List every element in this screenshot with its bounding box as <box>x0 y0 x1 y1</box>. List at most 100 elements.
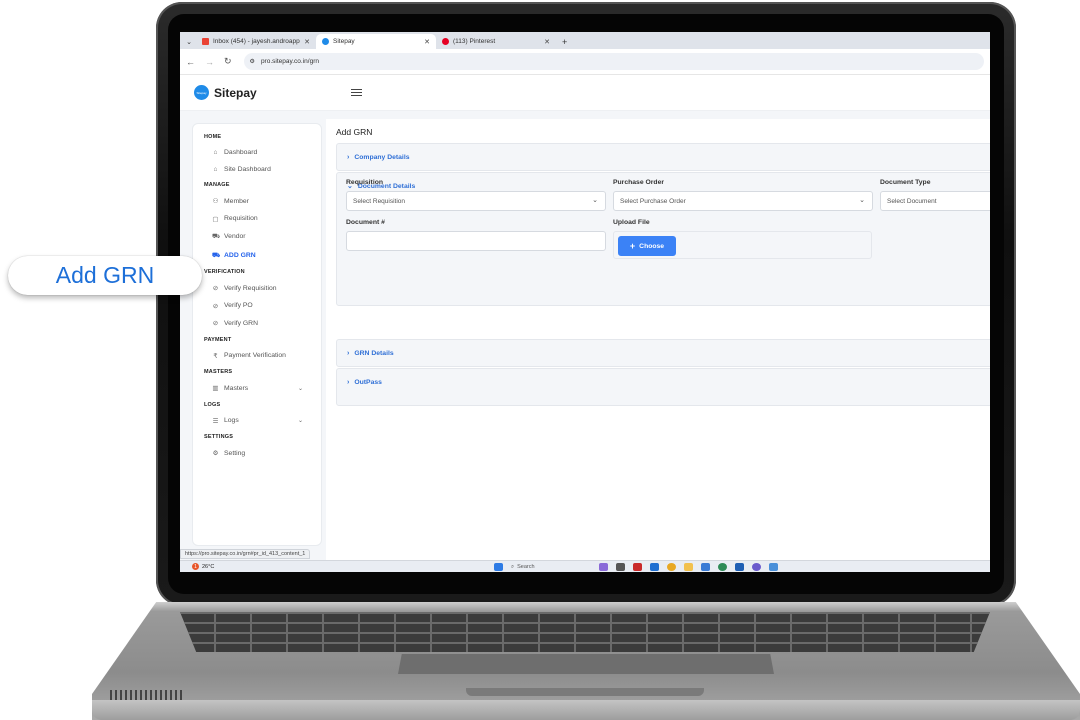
chart-icon: ▥ <box>212 385 219 392</box>
windows-start-icon[interactable] <box>494 563 503 571</box>
forward-icon[interactable]: → <box>205 57 214 67</box>
sidebar-item-label: Masters <box>224 384 249 392</box>
sidebar-item-dashboard[interactable]: ⌂ Dashboard <box>204 149 321 156</box>
app-header: Sitepay Sitepay <box>180 75 990 111</box>
sitepay-icon <box>322 38 329 45</box>
purchase-order-select[interactable]: Select Purchase Order ⌄ <box>613 191 873 211</box>
sidebar-item-vendor[interactable]: ⛟ Vendor <box>204 232 321 241</box>
sidebar-item-logs[interactable]: ☰ Logs ⌄ <box>204 417 321 425</box>
check-circle-icon: ⊘ <box>212 285 219 292</box>
app-icon[interactable] <box>735 563 744 571</box>
add-grn-callout: Add GRN <box>8 256 202 295</box>
weather-icon: 1 <box>192 563 199 570</box>
browser-tab-bar: ⌄ Inbox (454) - jayesh.androapp ✕ Sitepa… <box>180 32 990 49</box>
folder-icon[interactable] <box>684 563 693 571</box>
brand-name: Sitepay <box>214 85 257 100</box>
app-icon[interactable] <box>752 563 761 571</box>
sidebar-section-verification: VERIFICATION <box>204 269 245 275</box>
sidebar-section-payment: PAYMENT <box>204 336 232 343</box>
sidebar-item-verify-grn[interactable]: ⊘ Verify GRN <box>204 319 321 328</box>
requisition-select[interactable]: Select Requisition ⌄ <box>346 191 606 211</box>
accordion-title: OutPass <box>354 378 382 386</box>
accordion-header[interactable]: › GRN Details <box>337 340 990 366</box>
chevron-down-icon: ⌄ <box>592 197 598 204</box>
chrome-icon[interactable] <box>667 563 676 571</box>
sidebar-section-manage: MANAGE <box>204 182 230 188</box>
select-placeholder: Select Document <box>887 197 937 205</box>
taskbar-search-label: Search <box>517 564 535 570</box>
chevron-down-icon[interactable]: ⌄ <box>298 417 303 424</box>
sidebar-item-verify-requisition[interactable]: ⊘ Verify Requisition <box>204 284 321 293</box>
app-icon[interactable] <box>633 563 642 571</box>
accordion-header[interactable]: › Company Details <box>337 144 990 170</box>
accordion-grn-details[interactable]: › GRN Details <box>336 339 990 367</box>
cart-icon: ⛟ <box>212 233 221 240</box>
sidebar-item-add-grn[interactable]: ⛟ ADD GRN <box>204 251 321 260</box>
check-circle-icon: ⊘ <box>212 302 219 310</box>
sitepay-logo[interactable]: Sitepay <box>194 85 209 100</box>
sidebar-item-setting[interactable]: ⚙ Setting <box>204 449 321 458</box>
chevron-down-icon[interactable]: ⌄ <box>298 385 303 392</box>
document-type-select[interactable]: Select Document <box>880 191 990 211</box>
close-icon[interactable]: ✕ <box>424 38 430 46</box>
close-icon[interactable]: ✕ <box>544 38 550 46</box>
accordion-company-details[interactable]: › Company Details <box>336 143 990 171</box>
tab-pinterest[interactable]: (113) Pinterest ✕ <box>436 34 556 49</box>
sidebar-section-masters: MASTERS <box>204 369 233 375</box>
check-circle-icon: ⊘ <box>212 320 219 327</box>
app-icon[interactable] <box>701 563 710 571</box>
accordion-header[interactable]: › OutPass <box>337 369 990 395</box>
site-settings-icon[interactable]: ⚙ <box>250 58 255 65</box>
accordion-title: Company Details <box>354 153 410 161</box>
sidebar-section-settings: SETTINGS <box>204 434 234 440</box>
sidebar-item-label: Dashboard <box>224 149 258 156</box>
sidebar-item-label: Setting <box>224 449 246 457</box>
main-content: Add GRN › Company Details ⌄ Document Det… <box>326 119 990 572</box>
sidebar-item-site-dashboard[interactable]: ⌂ Site Dashboard <box>204 166 321 173</box>
choose-file-button[interactable]: + Choose <box>618 236 676 256</box>
sidebar-item-label: Requisition <box>224 215 258 222</box>
app-icon[interactable] <box>769 563 778 571</box>
sidebar-item-label: Verify Requisition <box>224 284 277 292</box>
search-icon: ⌕ <box>511 563 515 570</box>
tab-label: Sitepay <box>333 38 355 45</box>
chevron-right-icon: › <box>347 349 350 357</box>
document-type-label: Document Type <box>880 179 931 186</box>
new-tab-icon[interactable]: + <box>556 34 573 49</box>
sidebar-item-verify-po[interactable]: ⊘ Verify PO <box>204 302 321 310</box>
back-icon[interactable]: ← <box>186 57 195 67</box>
sidebar-item-label: Logs <box>224 417 239 424</box>
app-icon[interactable] <box>650 563 659 571</box>
logo-text: Sitepay <box>196 90 207 95</box>
site-icon: ⌂ <box>213 165 218 173</box>
tab-gmail[interactable]: Inbox (454) - jayesh.androapp ✕ <box>196 34 316 49</box>
sidebar-item-member[interactable]: ⚇ Member <box>204 197 321 206</box>
document-number-input[interactable] <box>346 231 606 251</box>
url-field[interactable]: ⚙ pro.sitepay.co.in/grn <box>243 53 984 70</box>
upload-file-area: + Choose <box>613 231 872 259</box>
laptop-trackpad <box>398 654 774 674</box>
sidebar-item-payment-verification[interactable]: ₹ Payment Verification <box>204 352 321 360</box>
requisition-icon: ▢ <box>212 215 219 223</box>
sidebar-item-requisition[interactable]: ▢ Requisition <box>204 215 321 223</box>
app-icon[interactable] <box>599 563 608 571</box>
app-icon[interactable] <box>616 563 625 571</box>
reload-icon[interactable]: ↻ <box>224 56 232 67</box>
weather-widget[interactable]: 1 26°C <box>192 563 214 570</box>
laptop-notch <box>466 688 704 696</box>
chevron-down-icon: ⌄ <box>859 197 865 204</box>
sidebar-item-masters[interactable]: ▥ Masters ⌄ <box>204 384 321 393</box>
menu-toggle-icon[interactable] <box>350 88 362 97</box>
tab-search-chevron-icon[interactable]: ⌄ <box>182 34 196 49</box>
status-bar-url: https://pro.sitepay.co.in/grn#pr_id_413_… <box>180 549 311 559</box>
laptop-screen: ⌄ Inbox (454) - jayesh.androapp ✕ Sitepa… <box>180 32 990 572</box>
taskbar-search[interactable]: ⌕ Search <box>511 563 591 571</box>
sidebar-item-label: Site Dashboard <box>224 165 271 173</box>
tab-sitepay[interactable]: Sitepay ✕ <box>316 34 436 49</box>
purchase-order-label: Purchase Order <box>613 179 664 186</box>
sidebar-item-label: Payment Verification <box>224 352 286 359</box>
select-placeholder: Select Purchase Order <box>620 197 686 205</box>
app-icon[interactable] <box>718 563 727 571</box>
close-icon[interactable]: ✕ <box>304 38 310 46</box>
accordion-outpass[interactable]: › OutPass <box>336 368 990 406</box>
